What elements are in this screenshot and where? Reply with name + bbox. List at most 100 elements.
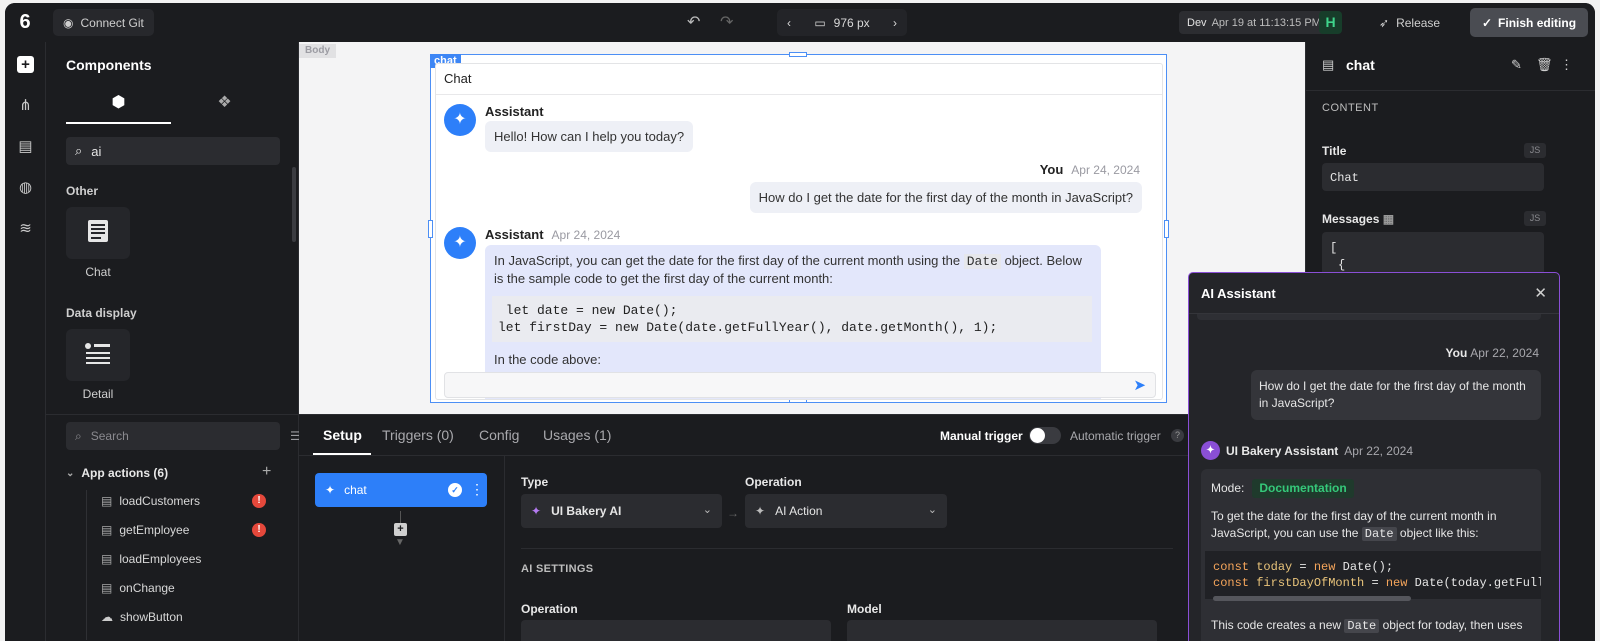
editor-canvas: Body chat Chat ✦ Assistant Hello! How ca… bbox=[299, 42, 1305, 414]
detail-component-name: Detail bbox=[82, 387, 114, 401]
action-name: loadEmployees bbox=[119, 552, 202, 566]
action-type-icon: ▤ bbox=[101, 523, 113, 537]
mode-row: Mode: Documentation bbox=[1211, 479, 1531, 498]
action-item[interactable]: ▤ loadEmployees bbox=[101, 549, 271, 569]
section-label-other: Other bbox=[66, 184, 99, 198]
type-field-label: Type bbox=[521, 475, 549, 489]
type-select-value: UI Bakery AI bbox=[551, 504, 622, 518]
ai-assistant-header: AI Assistant ✕ bbox=[1189, 273, 1559, 314]
resize-handle-top[interactable] bbox=[789, 52, 807, 57]
action-type-icon: ▤ bbox=[101, 581, 113, 595]
code-scrollbar[interactable] bbox=[1213, 596, 1411, 601]
resize-handle-right[interactable] bbox=[1164, 220, 1169, 238]
add-component-icon[interactable]: + bbox=[17, 56, 34, 73]
tab-components[interactable]: ⬢ bbox=[66, 92, 171, 124]
messages-field-label: Messages ▦ bbox=[1322, 212, 1395, 226]
tab-config[interactable]: Config bbox=[479, 427, 519, 443]
pencil-icon[interactable]: ✎ bbox=[1511, 57, 1522, 73]
js-toggle[interactable]: JS bbox=[1524, 143, 1546, 158]
body-tag[interactable]: Body bbox=[299, 44, 336, 58]
chat-component-icon bbox=[88, 220, 108, 242]
app-logo-icon[interactable]: 6 bbox=[13, 10, 37, 34]
page-icon[interactable]: ▤ bbox=[17, 138, 34, 155]
tab-templates[interactable]: ❖ bbox=[172, 92, 277, 124]
docs-icon[interactable]: ▦ bbox=[1383, 212, 1394, 226]
chat-component-tile[interactable] bbox=[66, 207, 130, 259]
type-select[interactable]: ✦ UI Bakery AI ⌄ bbox=[521, 494, 722, 528]
user-message-meta: You Apr 22, 2024 bbox=[1445, 346, 1540, 360]
action-item[interactable]: ☁ showButton bbox=[101, 607, 271, 627]
tab-usages[interactable]: Usages (1) bbox=[543, 427, 611, 443]
resize-handle-left[interactable] bbox=[428, 220, 433, 238]
send-icon[interactable]: ➤ bbox=[1133, 376, 1146, 394]
chat-widget[interactable]: chat Chat ✦ Assistant Hello! How can I h… bbox=[428, 52, 1169, 403]
palette-icon[interactable]: ◍ bbox=[17, 179, 34, 196]
chevron-down-icon: ⌄ bbox=[702, 504, 712, 516]
actions-search-placeholder: Search bbox=[90, 429, 129, 443]
tab-triggers[interactable]: Triggers (0) bbox=[382, 427, 454, 443]
action-type-icon: ▤ bbox=[101, 552, 113, 566]
top-bar: 6 ◉ Connect Git ↶ ↷ ‹ ▭ 976 px › Dev Apr… bbox=[5, 3, 1595, 42]
trigger-toggle[interactable] bbox=[1029, 427, 1061, 444]
assistant-avatar-icon: ✦ bbox=[444, 104, 476, 136]
ai-operation-field-label: Operation bbox=[521, 602, 578, 616]
operation-select[interactable]: ✦ AI Action ⌄ bbox=[745, 494, 947, 528]
assistant-message-meta: ✦ UI Bakery Assistant Apr 22, 2024 bbox=[1201, 441, 1413, 460]
operation-select-value: AI Action bbox=[775, 504, 823, 518]
environment-badge[interactable]: Dev Apr 19 at 11:13:15 PM bbox=[1179, 11, 1329, 34]
components-search-value: ai bbox=[91, 143, 102, 159]
js-toggle[interactable]: JS bbox=[1524, 211, 1546, 226]
redo-icon[interactable]: ↷ bbox=[720, 12, 733, 32]
actions-search-input[interactable]: ⌕ Search bbox=[66, 422, 280, 450]
ai-settings-divider bbox=[521, 548, 1173, 549]
code-block: const today = new Date(); const firstDay… bbox=[1205, 551, 1541, 599]
ai-operation-select[interactable] bbox=[521, 620, 831, 641]
flow-step-name: chat bbox=[344, 483, 367, 497]
mode-badge[interactable]: Documentation bbox=[1252, 479, 1354, 498]
chevron-down-icon: ⌄ bbox=[66, 467, 75, 479]
more-icon[interactable]: ⋮ bbox=[470, 481, 484, 498]
action-item[interactable]: ▤ onChange bbox=[101, 578, 271, 598]
components-search-input[interactable]: ⌕ ai bbox=[66, 137, 280, 165]
undo-icon[interactable]: ↶ bbox=[687, 12, 700, 32]
code-block: let date = new Date(); let firstDay = ne… bbox=[492, 296, 1092, 342]
content-section-label: CONTENT bbox=[1322, 102, 1379, 114]
add-step-icon[interactable]: + bbox=[394, 523, 407, 536]
connect-git-button[interactable]: ◉ Connect Git bbox=[53, 9, 154, 36]
chevron-right-icon[interactable]: › bbox=[893, 16, 897, 30]
sparkle-icon: ✦ bbox=[755, 504, 766, 518]
finish-editing-button[interactable]: ✓ Finish editing bbox=[1470, 8, 1588, 37]
more-icon[interactable]: ⋮ bbox=[1560, 57, 1573, 73]
manual-trigger-label: Manual trigger bbox=[940, 429, 1023, 443]
tree-icon[interactable]: ⋔ bbox=[17, 97, 34, 114]
detail-component-tile[interactable] bbox=[66, 329, 130, 381]
title-field[interactable]: Chat bbox=[1322, 163, 1544, 191]
model-select[interactable] bbox=[847, 620, 1157, 641]
chat-message-input[interactable]: ➤ bbox=[444, 372, 1156, 398]
flow-step-chat[interactable]: ✦ chat ✓ ⋮ bbox=[315, 473, 487, 507]
chevron-left-icon[interactable]: ‹ bbox=[787, 16, 791, 30]
tab-setup[interactable]: Setup bbox=[323, 427, 362, 443]
message-sender: Assistant Apr 24, 2024 bbox=[485, 227, 621, 242]
action-item[interactable]: ▤ loadCustomers ! bbox=[101, 491, 271, 511]
trash-icon[interactable]: 🗑 bbox=[1536, 57, 1553, 73]
database-icon[interactable]: ≋ bbox=[17, 220, 34, 237]
viewport-selector[interactable]: ‹ ▭ 976 px › bbox=[777, 9, 907, 36]
close-icon[interactable]: ✕ bbox=[1534, 284, 1547, 302]
history-icon[interactable]: H bbox=[1319, 11, 1342, 34]
title-field-label: Title bbox=[1322, 144, 1347, 158]
add-action-icon[interactable]: + bbox=[262, 463, 271, 481]
tree-guide-line bbox=[86, 490, 87, 640]
app-actions-group[interactable]: ⌄ App actions (6) bbox=[66, 466, 280, 480]
action-item[interactable]: ▤ getEmployee ! bbox=[101, 520, 271, 540]
user-message-bubble: How do I get the date for the first day … bbox=[749, 182, 1142, 213]
editor-vertical-divider bbox=[504, 456, 505, 641]
help-icon[interactable]: ? bbox=[1171, 429, 1184, 442]
message-sender: You Apr 24, 2024 bbox=[1039, 162, 1140, 177]
release-button[interactable]: ➶ Release bbox=[1379, 11, 1440, 35]
mode-label: Mode: bbox=[1211, 481, 1245, 495]
operation-field-label: Operation bbox=[745, 475, 802, 489]
action-name: onChange bbox=[119, 581, 175, 595]
search-icon: ⌕ bbox=[75, 428, 82, 443]
components-scrollbar[interactable] bbox=[292, 167, 296, 242]
